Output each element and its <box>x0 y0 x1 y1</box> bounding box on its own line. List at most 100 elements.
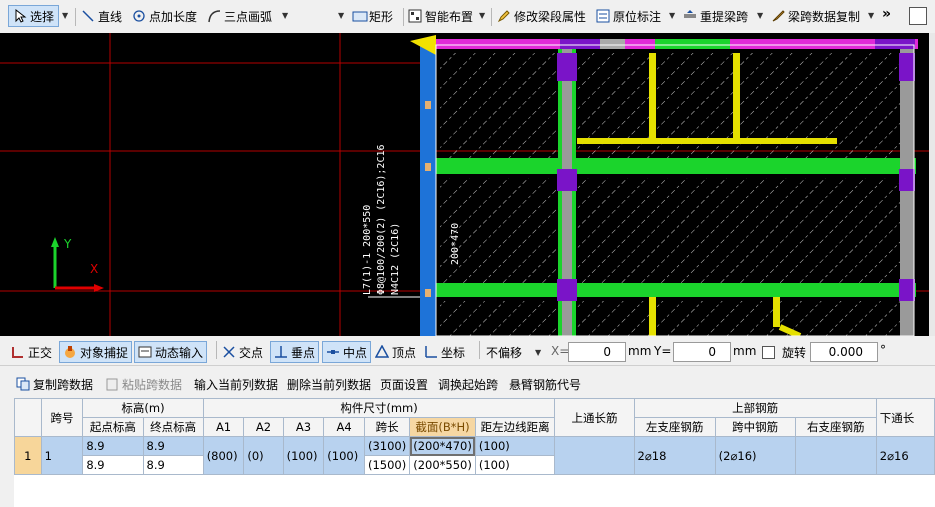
cell-a1[interactable]: (800) <box>202 436 245 475</box>
svg-text:N4C12 (2C16): N4C12 (2C16) <box>390 223 401 295</box>
header-span-length: 跨长 <box>363 417 411 437</box>
cantilever-code-button[interactable]: 悬臂钢筋代号 <box>509 376 581 393</box>
header-elevation: 标高(m) <box>82 398 204 418</box>
horizontal-beam[interactable] <box>436 283 916 297</box>
svg-text:200*470: 200*470 <box>450 223 461 265</box>
midpoint-snap[interactable]: 中点 <box>322 341 372 363</box>
header-bottom-through: 下通长 <box>875 398 935 437</box>
cell-section[interactable]: (200*470) <box>409 436 476 456</box>
cell-a4[interactable]: (100) <box>323 436 365 475</box>
header-section: 截面(B*H) <box>409 417 476 437</box>
degree-symbol: ° <box>880 343 886 357</box>
re-extract-span-button[interactable]: 重提梁跨 <box>683 5 748 27</box>
cell-a2[interactable]: (0) <box>243 436 284 475</box>
cad-drawing: L7(1)-1 200*550 Φ8@100/200(2) (2C16);2C1… <box>0 33 929 336</box>
header-end-elev: 终点标高 <box>142 417 204 437</box>
copy-span-data-button[interactable]: 梁跨数据复制 <box>771 5 860 27</box>
cell-left-support[interactable]: 2⌀18 <box>633 436 716 475</box>
cell-span-length[interactable]: (3100) <box>363 436 411 456</box>
smart-layout-icon <box>408 9 422 23</box>
horizontal-beam[interactable] <box>436 158 916 174</box>
smart-layout-button[interactable]: 智能布置 <box>408 5 473 27</box>
table-row[interactable]: 1 1 8.9 8.9 (800) (0) (100) (100) (3100)… <box>14 436 935 475</box>
toolbar-separator <box>479 341 480 359</box>
ucs-axis-icon: Y X <box>51 237 104 292</box>
annotation-dropdown-icon[interactable]: ▼ <box>669 11 675 20</box>
intersection-snap[interactable]: 交点 <box>222 341 263 363</box>
select-button[interactable]: 选择 <box>8 5 60 27</box>
input-current-col-button[interactable]: 输入当前列数据 <box>194 376 278 393</box>
header-component-size: 构件尺寸(mm) <box>202 398 556 418</box>
chevron-down-icon: ▼ <box>535 347 542 357</box>
smart-layout-dropdown-icon[interactable]: ▼ <box>479 11 485 20</box>
cell-span-length[interactable]: (1500) <box>363 455 411 475</box>
header-right-support: 右支座钢筋 <box>794 417 877 437</box>
cell-end-elev[interactable]: 8.9 <box>142 455 204 475</box>
cell-section[interactable]: (200*550) <box>409 455 476 475</box>
close-panel-icon[interactable] <box>909 7 927 25</box>
select-dropdown-icon[interactable]: ▼ <box>62 11 68 20</box>
canvas-scrollbar[interactable] <box>929 33 935 336</box>
y-coordinate-input[interactable]: 0 <box>673 342 731 362</box>
main-toolbar: 选择 ▼ 直线 点加长度 三点画弧 ▼ ▼ 矩形 智能布置 ▼ 修改梁段属性 原… <box>0 5 935 31</box>
row-number[interactable]: 1 <box>14 436 42 475</box>
cell-span-no[interactable]: 1 <box>40 436 84 475</box>
three-point-arc-button[interactable]: 三点画弧 <box>207 5 272 27</box>
midpoint-icon <box>326 345 340 359</box>
shape-dropdown-icon[interactable]: ▼ <box>338 11 344 20</box>
perpendicular-snap[interactable]: 垂点 <box>270 341 320 363</box>
ortho-toggle[interactable]: 正交 <box>11 341 52 363</box>
arc-icon <box>207 9 221 23</box>
cell-dist-left[interactable]: (100) <box>474 455 556 475</box>
line-button[interactable]: 直线 <box>81 5 122 27</box>
cell-mid-span[interactable]: (2⌀16) <box>714 436 796 475</box>
offset-mode-dropdown[interactable]: 不偏移 ▼ <box>486 341 541 363</box>
modify-beam-props-button[interactable]: 修改梁段属性 <box>497 5 586 27</box>
paste-span-button[interactable]: 粘贴跨数据 <box>105 373 182 395</box>
page-setup-button[interactable]: 页面设置 <box>380 376 428 393</box>
rotate-checkbox[interactable] <box>762 346 775 359</box>
header-a3: A3 <box>282 417 325 437</box>
span-table-toolbar: 复制跨数据 粘贴跨数据 输入当前列数据 删除当前列数据 页面设置 调换起始跨 悬… <box>0 373 935 395</box>
re-extract-dropdown-icon[interactable]: ▼ <box>757 11 763 20</box>
y-label: Y= <box>654 344 672 358</box>
rectangle-icon <box>352 9 368 23</box>
cell-start-elev[interactable]: 8.9 <box>82 436 144 456</box>
adjust-start-span-button[interactable]: 调换起始跨 <box>438 376 498 393</box>
rectangle-button[interactable]: 矩形 <box>352 5 393 27</box>
copy-icon <box>16 377 30 391</box>
x-unit: mm <box>628 344 652 358</box>
ortho-icon <box>11 345 25 359</box>
header-a2: A2 <box>243 417 284 437</box>
copy-span-button[interactable]: 复制跨数据 <box>16 373 93 395</box>
delete-current-col-button[interactable]: 删除当前列数据 <box>287 376 371 393</box>
x-label: X= <box>551 344 570 358</box>
vertex-snap[interactable]: 顶点 <box>374 341 416 363</box>
cell-right-support[interactable] <box>794 436 877 475</box>
dynamic-input-toggle[interactable]: 动态输入 <box>134 341 208 363</box>
coordinate-snap[interactable]: 坐标 <box>424 341 465 363</box>
header-dist-left: 距左边线距离 <box>474 417 556 437</box>
toolbar-overflow-button[interactable]: » <box>882 6 891 22</box>
modify-icon <box>497 9 511 23</box>
arc-dropdown-icon[interactable]: ▼ <box>282 11 288 20</box>
cell-bottom-through[interactable]: 2⌀16 <box>875 436 935 475</box>
rotate-angle-input[interactable]: 0.000 <box>810 342 878 362</box>
drawing-canvas[interactable]: L7(1)-1 200*550 Φ8@100/200(2) (2C16);2C1… <box>0 33 929 336</box>
object-snap-toggle[interactable]: 对象捕捉 <box>59 341 133 363</box>
point-length-button[interactable]: 点加长度 <box>132 5 197 27</box>
cell-start-elev[interactable]: 8.9 <box>82 455 144 475</box>
cell-top-through[interactable] <box>554 436 635 475</box>
line-icon <box>81 9 95 23</box>
x-coordinate-input[interactable]: 0 <box>568 342 626 362</box>
span-table: 跨号 标高(m) 构件尺寸(mm) 上通长筋 上部钢筋 下通长 起点标高 终点标… <box>14 398 935 475</box>
svg-text:L7(1)-1 200*550: L7(1)-1 200*550 <box>362 205 373 295</box>
annotation-icon <box>596 9 610 23</box>
cell-a3[interactable]: (100) <box>282 436 325 475</box>
copy-span-dropdown-icon[interactable]: ▼ <box>868 11 874 20</box>
toolbar-separator <box>403 8 404 26</box>
in-situ-annotation-button[interactable]: 原位标注 <box>596 5 661 27</box>
header-start-elev: 起点标高 <box>82 417 144 437</box>
cell-dist-left[interactable]: (100) <box>474 436 556 456</box>
cell-end-elev[interactable]: 8.9 <box>142 436 204 456</box>
